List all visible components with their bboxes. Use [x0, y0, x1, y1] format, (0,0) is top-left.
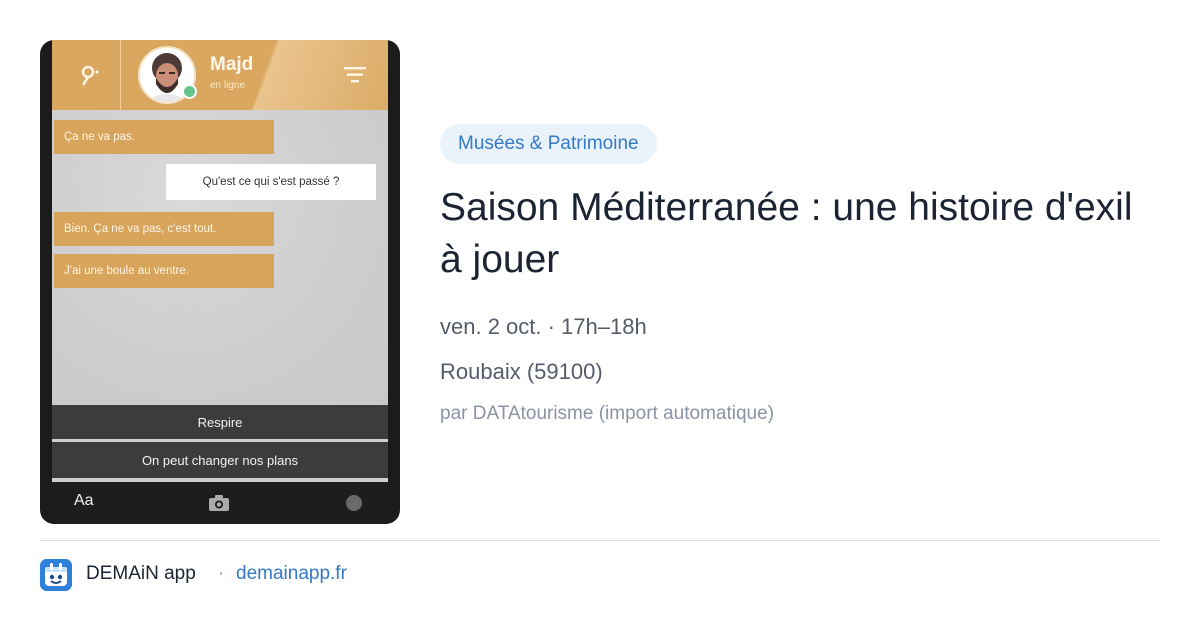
category-tag[interactable]: Musées & Patrimoine: [440, 124, 657, 164]
reply-choice[interactable]: On peut changer nos plans: [52, 442, 388, 478]
filter-icon: [344, 67, 366, 83]
chat-area: Ça ne va pas. Qu'est ce qui s'est passé …: [52, 110, 388, 404]
camera-icon[interactable]: [208, 494, 230, 512]
reply-choice[interactable]: Respire: [52, 405, 388, 439]
event-source: par DATAtourisme (import automatique): [440, 403, 775, 424]
footer-divider: [40, 540, 1160, 541]
event-preview-image[interactable]: Majd en ligne Ça ne va pas. Qu'est ce qu…: [40, 40, 400, 524]
phone-screenshot: Majd en ligne Ça ne va pas. Qu'est ce qu…: [52, 40, 388, 524]
contact-name: Majd: [210, 54, 254, 75]
header-divider: [120, 40, 121, 110]
input-bar: Aa: [52, 482, 388, 524]
event-title[interactable]: Saison Méditerranée : une histoire d'exi…: [440, 182, 1160, 286]
message-bubble: Ça ne va pas.: [54, 120, 274, 154]
app-name: DEMAiN app: [86, 563, 196, 584]
message-bubble: Bien. Ça ne va pas, c'est tout.: [54, 212, 274, 246]
event-location: Roubaix (59100): [440, 359, 603, 384]
event-datetime: ven. 2 oct. · 17h–18h: [440, 314, 647, 339]
contact-status: en ligne: [210, 80, 246, 91]
online-indicator: [182, 84, 197, 99]
message-bubble: Qu'est ce qui s'est passé ?: [166, 164, 376, 200]
separator-dot: ·: [218, 563, 225, 584]
record-icon[interactable]: [346, 495, 362, 511]
text-format-button[interactable]: Aa: [74, 492, 94, 510]
message-bubble: J'ai une boule au ventre.: [54, 254, 274, 288]
app-url-link[interactable]: demainapp.fr: [236, 563, 347, 585]
chat-header: Majd en ligne: [52, 40, 388, 110]
map-pin-icon: [81, 65, 99, 86]
app-logo-icon: [40, 559, 72, 591]
